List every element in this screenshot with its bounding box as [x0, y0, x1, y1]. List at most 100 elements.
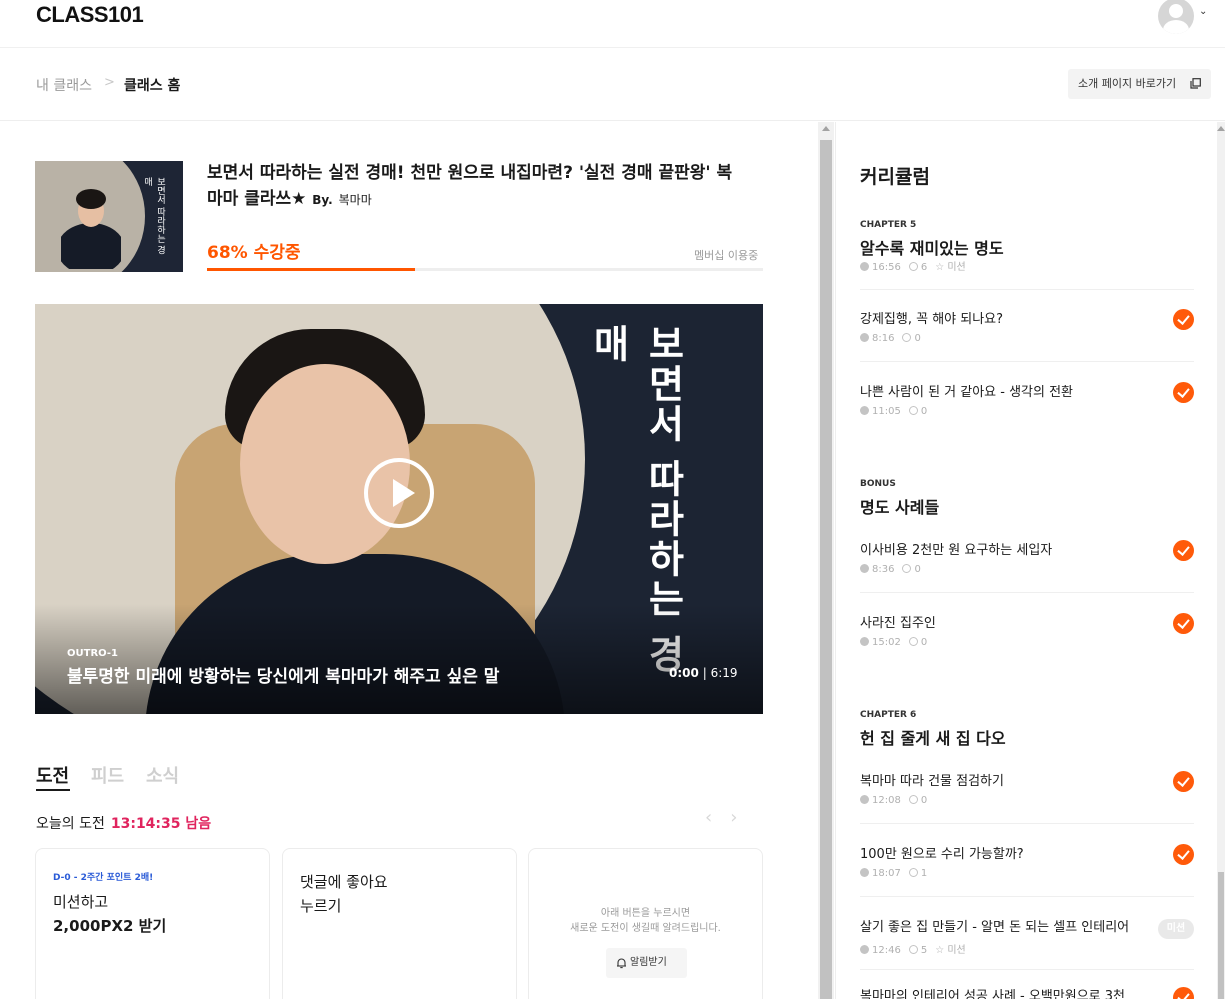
- lesson-item[interactable]: 사라진 집주인 15:02 0: [860, 594, 1194, 666]
- breadcrumb-my-class[interactable]: 내 클래스: [36, 75, 92, 95]
- mission-badge: 미션: [1158, 919, 1194, 939]
- lesson-meta: 12:08 0: [860, 795, 927, 806]
- comment-icon: [908, 637, 918, 646]
- lesson-duration: 15:02: [872, 637, 901, 648]
- notify-message-2: 새로운 도전이 생길때 알려드립니다.: [570, 923, 721, 934]
- breadcrumb-class-home: 클래스 홈: [124, 78, 181, 94]
- comment-icon: [908, 795, 918, 804]
- lesson-item[interactable]: 강제집행, 꼭 해야 되나요? 8:16 0: [860, 290, 1194, 362]
- curriculum-title: 커리큘럼: [860, 166, 930, 188]
- lesson-title: 나쁜 사람이 된 거 같아요 - 생각의 전환: [860, 385, 1074, 400]
- lesson-comments: 0: [920, 637, 928, 648]
- video-lesson-title: 불투명한 미래에 방황하는 당신에게 복마마가 해주고 싶은 말: [67, 667, 500, 687]
- challenge-card-line1: 댓글에 좋아요: [300, 873, 388, 891]
- intro-page-button[interactable]: 소개 페이지 바로가기: [1068, 69, 1211, 99]
- curriculum-scrollbar-thumb[interactable]: [1218, 872, 1224, 999]
- curriculum-scrollbar[interactable]: [1217, 122, 1225, 999]
- comment-icon: [902, 333, 912, 342]
- main-scrollbar[interactable]: [818, 122, 834, 999]
- play-circle-icon: [860, 333, 869, 342]
- lesson-meta: 16:56 6 ☆ 미션: [860, 258, 966, 273]
- progress-bar-fill: [207, 268, 415, 271]
- tab-news[interactable]: 소식: [146, 762, 179, 788]
- lesson-title: 강제집행, 꼭 해야 되나요?: [860, 312, 1004, 327]
- challenge-card-mission[interactable]: D-0 - 2주간 포인트 2배! 미션하고 2,000PX2 받기: [35, 848, 270, 999]
- lesson-item[interactable]: 100만 원으로 수리 가능할까? 18:07 1: [860, 825, 1194, 897]
- main-scrollbar-thumb[interactable]: [820, 140, 832, 999]
- chevron-left-icon[interactable]: ‹: [705, 807, 712, 828]
- lesson-comments: 5: [920, 945, 928, 956]
- challenge-card-like[interactable]: 댓글에 좋아요 누르기: [282, 848, 517, 999]
- challenge-card-line2: 2,000PX2 받기: [53, 917, 167, 935]
- progress-label: 68% 수강중: [207, 243, 301, 263]
- challenge-card-line1: 미션하고: [53, 893, 109, 911]
- lesson-item[interactable]: 나쁜 사람이 된 거 같아요 - 생각의 전환 11:05 0: [860, 363, 1194, 435]
- class101-logo[interactable]: CLASS101: [36, 2, 144, 28]
- check-circle-icon: [1173, 540, 1194, 561]
- lesson-item[interactable]: 복마마 따라 건물 점검하기 12:08 0: [860, 752, 1194, 824]
- lesson-title: 사라진 집주인: [860, 616, 936, 631]
- class-main-pane: 보면서 따라하는 경매 보면서 따라하는 실전 경매! 천만 원으로 내집마련?…: [0, 122, 818, 999]
- notify-button-label: 알림받기: [630, 957, 667, 968]
- check-circle-icon: [1173, 987, 1194, 999]
- lesson-mission: 미션: [947, 262, 966, 273]
- lesson-title: 이사비용 2천만 원 요구하는 세입자: [860, 543, 1053, 558]
- lesson-title: 100만 원으로 수리 가능할까?: [860, 847, 1024, 862]
- lesson-item[interactable]: 이사비용 2천만 원 요구하는 세입자 8:36 0: [860, 521, 1194, 593]
- chevron-right-icon: >: [104, 75, 115, 90]
- lesson-title: 살기 좋은 집 만들기 - 알면 돈 되는 셀프 인테리어: [860, 920, 1130, 935]
- video-duration: 6:19: [710, 666, 738, 680]
- check-circle-icon: [1173, 771, 1194, 792]
- lesson-comments: 0: [920, 795, 928, 806]
- lesson-item[interactable]: 복마마의 인테리어 성공 사례 - 오백만원으로 3천: [860, 971, 1194, 999]
- lesson-duration: 8:36: [872, 564, 895, 575]
- external-link-icon: [1190, 78, 1201, 89]
- notify-button[interactable]: 알림받기: [606, 948, 687, 978]
- comment-icon: [908, 262, 918, 271]
- scroll-up-arrow[interactable]: [822, 126, 830, 131]
- chevron-right-icon[interactable]: ›: [730, 807, 737, 828]
- play-circle-icon: [860, 795, 869, 804]
- check-circle-icon: [1173, 382, 1194, 403]
- comment-icon: [908, 945, 918, 954]
- section-tag: CHAPTER 5: [860, 220, 917, 230]
- chevron-down-icon[interactable]: ⌄: [1199, 6, 1207, 17]
- notify-message-1: 아래 버튼을 누르시면: [600, 908, 691, 919]
- play-circle-icon: [860, 406, 869, 415]
- intro-page-button-label: 소개 페이지 바로가기: [1078, 77, 1177, 90]
- challenge-timer: 13:14:35 남음: [110, 816, 212, 832]
- tab-feed[interactable]: 피드: [91, 762, 124, 788]
- video-player[interactable]: 보면서 따라하는 경매 OUTRO-1 불투명한 미래에 방황하는 당신에게 복…: [35, 304, 763, 714]
- lesson-comments: 6: [920, 262, 928, 273]
- top-header: CLASS101 ⌄: [0, 0, 1225, 48]
- lesson-duration: 12:46: [872, 945, 901, 956]
- video-current-time: 0:00: [669, 666, 699, 680]
- lesson-meta: 11:05 0: [860, 406, 927, 417]
- lesson-title: 복마마의 인테리어 성공 사례 - 오백만원으로 3천: [860, 989, 1125, 999]
- play-icon[interactable]: [364, 458, 434, 528]
- lesson-title: 복마마 따라 건물 점검하기: [860, 774, 1004, 789]
- lesson-item[interactable]: 살기 좋은 집 만들기 - 알면 돈 되는 셀프 인테리어 12:46 5 ☆ 미션…: [860, 898, 1194, 970]
- comment-icon: [902, 564, 912, 573]
- lesson-meta: 12:46 5 ☆ 미션: [860, 941, 966, 956]
- lesson-item-partial[interactable]: 16:56 6 ☆ 미션: [860, 248, 1194, 290]
- today-challenge: 오늘의 도전 13:14:35 남음: [36, 813, 211, 833]
- avatar-head: [1169, 4, 1183, 18]
- lesson-duration: 11:05: [872, 406, 901, 417]
- lesson-comments: 1: [920, 868, 928, 879]
- comment-icon: [908, 406, 918, 415]
- section-tag: CHAPTER 6: [860, 710, 917, 720]
- avatar-body: [1163, 20, 1189, 34]
- active-tab-indicator: [36, 789, 70, 791]
- lesson-meta: 18:07 1: [860, 868, 927, 879]
- check-circle-icon: [1173, 309, 1194, 330]
- challenge-card-line2: 누르기: [300, 897, 342, 915]
- play-circle-icon: [860, 637, 869, 646]
- course-author[interactable]: 복마마: [339, 193, 372, 207]
- check-circle-icon: [1173, 844, 1194, 865]
- user-avatar[interactable]: [1158, 0, 1194, 34]
- star-icon: ☆: [935, 945, 945, 956]
- scroll-up-arrow[interactable]: [1217, 126, 1225, 131]
- tab-challenge[interactable]: 도전: [36, 762, 69, 788]
- lesson-comments: 0: [914, 333, 921, 344]
